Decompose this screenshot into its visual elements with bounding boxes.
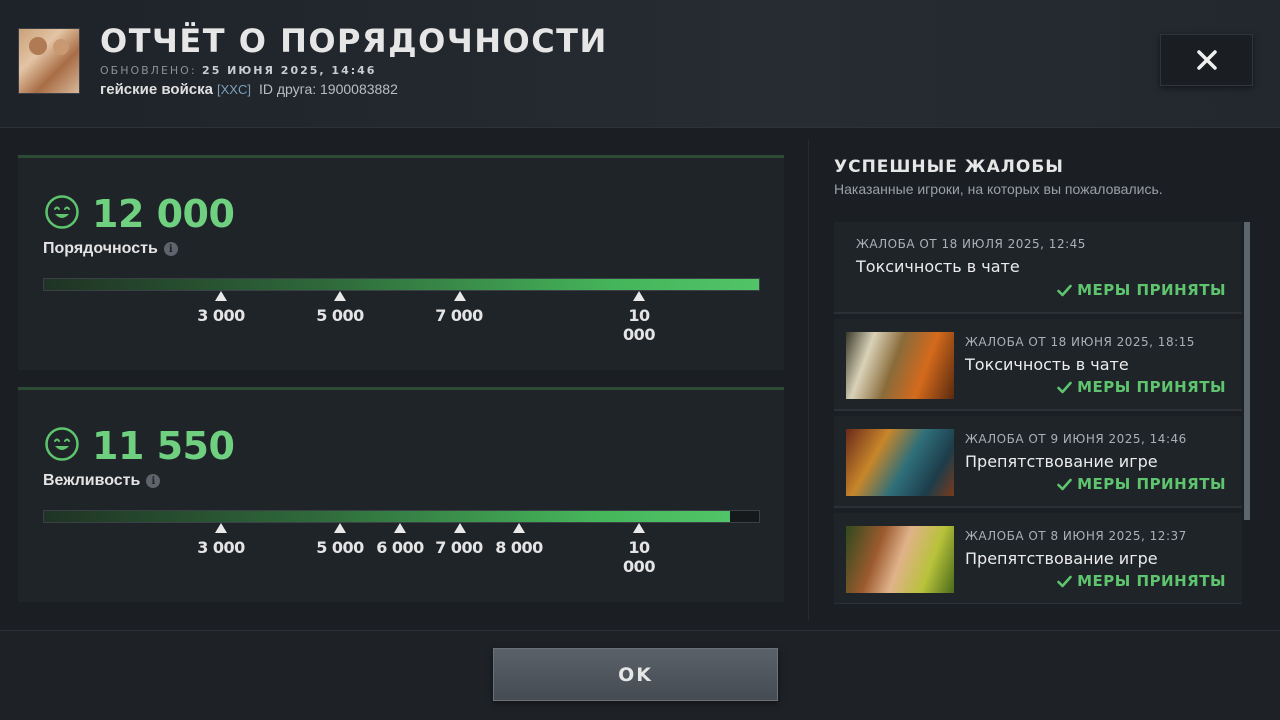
report-item: ЖАЛОБА ОТ 9 ИЮНЯ 2025, 14:46 Препятствов… <box>834 416 1242 508</box>
behavior-tick <box>334 291 346 301</box>
check-icon <box>1057 381 1072 393</box>
behavior-label: Порядочность <box>43 240 158 257</box>
behavior-tick-label: 7 000 <box>435 306 483 325</box>
info-icon[interactable]: i <box>163 242 178 256</box>
report-item: ЖАЛОБА ОТ 18 ИЮЛЯ 2025, 12:45 Токсичност… <box>834 222 1242 314</box>
smiley-icon <box>45 195 79 229</box>
report-status: МЕРЫ ПРИНЯТЫ <box>1057 378 1226 396</box>
check-icon <box>1057 478 1072 490</box>
report-status: МЕРЫ ПРИНЯТЫ <box>1057 281 1226 299</box>
hero-portrait-juggernaut <box>846 332 954 399</box>
column-divider <box>808 140 809 620</box>
close-button[interactable] <box>1160 34 1253 86</box>
communication-tick-label: 7 000 <box>435 538 483 557</box>
communication-label-row: Вежливость i <box>43 472 161 490</box>
report-status-label: МЕРЫ ПРИНЯТЫ <box>1077 475 1226 493</box>
behavior-tick-label: 3 000 <box>197 306 245 325</box>
communication-label: Вежливость <box>43 472 141 489</box>
player-tag: [XXC] <box>217 82 251 97</box>
player-avatar[interactable] <box>18 28 80 94</box>
communication-score-panel: 11 550 Вежливость i 3 000 5 000 6 000 7 … <box>18 387 784 602</box>
behavior-tick <box>215 291 227 301</box>
report-date: ЖАЛОБА ОТ 18 ИЮЛЯ 2025, 12:45 <box>856 237 1086 251</box>
communication-tick-label: 10 000 <box>623 538 655 576</box>
report-date: ЖАЛОБА ОТ 8 ИЮНЯ 2025, 12:37 <box>965 529 1187 543</box>
behavior-tick-label: 5 000 <box>316 306 364 325</box>
player-name: гейские войска <box>100 81 213 98</box>
behavior-score-panel: 12 000 Порядочность i 3 000 5 000 7 000 … <box>18 155 784 370</box>
close-icon <box>1196 50 1217 70</box>
report-status-label: МЕРЫ ПРИНЯТЫ <box>1077 572 1226 590</box>
communication-tick <box>215 523 227 533</box>
info-icon[interactable]: i <box>146 474 161 488</box>
behavior-score: 12 000 <box>92 192 235 236</box>
report-reason: Токсичность в чате <box>965 355 1129 374</box>
updated-timestamp: ОБНОВЛЕНО: 25 ИЮНЯ 2025, 14:46 <box>100 64 376 77</box>
check-icon <box>1057 284 1072 296</box>
updated-label: ОБНОВЛЕНО: <box>100 64 197 77</box>
page-title: ОТЧЁТ О ПОРЯДОЧНОСТИ <box>100 22 608 60</box>
communication-tick <box>334 523 346 533</box>
communication-tick <box>633 523 645 533</box>
friend-id: ID друга: 1900083882 <box>258 81 398 97</box>
behavior-tick <box>633 291 645 301</box>
behavior-bar <box>43 278 760 291</box>
report-date: ЖАЛОБА ОТ 9 ИЮНЯ 2025, 14:46 <box>965 432 1187 446</box>
report-header: ОТЧЁТ О ПОРЯДОЧНОСТИ ОБНОВЛЕНО: 25 ИЮНЯ … <box>0 0 1280 128</box>
report-status: МЕРЫ ПРИНЯТЫ <box>1057 475 1226 493</box>
behavior-label-row: Порядочность i <box>43 240 178 258</box>
reports-list[interactable]: ЖАЛОБА ОТ 18 ИЮЛЯ 2025, 12:45 Токсичност… <box>834 222 1252 604</box>
communication-score: 11 550 <box>92 424 235 468</box>
communication-tick-label: 5 000 <box>316 538 364 557</box>
report-item: ЖАЛОБА ОТ 8 ИЮНЯ 2025, 12:37 Препятствов… <box>834 513 1242 604</box>
communication-tick-label: 8 000 <box>495 538 543 557</box>
report-status-label: МЕРЫ ПРИНЯТЫ <box>1077 281 1226 299</box>
hero-portrait-enchantress <box>846 526 954 593</box>
report-date: ЖАЛОБА ОТ 18 ИЮНЯ 2025, 18:15 <box>965 335 1195 349</box>
behavior-bar-fill <box>44 279 759 290</box>
communication-bar-fill <box>44 511 731 522</box>
reports-title: УСПЕШНЫЕ ЖАЛОБЫ <box>834 157 1064 177</box>
smiley-icon <box>45 427 79 461</box>
reports-subtitle: Наказанные игроки, на которых вы пожалов… <box>834 181 1163 197</box>
behavior-tick <box>454 291 466 301</box>
report-reason: Токсичность в чате <box>856 257 1020 276</box>
communication-tick <box>454 523 466 533</box>
report-reason: Препятствование игре <box>965 452 1158 471</box>
hero-portrait-meepo <box>846 429 954 496</box>
report-status: МЕРЫ ПРИНЯТЫ <box>1057 572 1226 590</box>
communication-tick-label: 6 000 <box>376 538 424 557</box>
communication-tick <box>513 523 525 533</box>
player-info: гейские войска [XXC] ID друга: 1900083882 <box>100 81 398 98</box>
behavior-tick-label: 10 000 <box>623 306 655 344</box>
check-icon <box>1057 575 1072 587</box>
report-reason: Препятствование игре <box>965 549 1158 568</box>
report-item: ЖАЛОБА ОТ 18 ИЮНЯ 2025, 18:15 Токсичност… <box>834 319 1242 411</box>
updated-value: 25 ИЮНЯ 2025, 14:46 <box>202 64 377 77</box>
report-status-label: МЕРЫ ПРИНЯТЫ <box>1077 378 1226 396</box>
communication-tick-label: 3 000 <box>197 538 245 557</box>
reports-scrollbar[interactable] <box>1244 222 1250 520</box>
communication-tick <box>394 523 406 533</box>
communication-bar <box>43 510 760 523</box>
ok-button[interactable]: OK <box>493 648 778 701</box>
